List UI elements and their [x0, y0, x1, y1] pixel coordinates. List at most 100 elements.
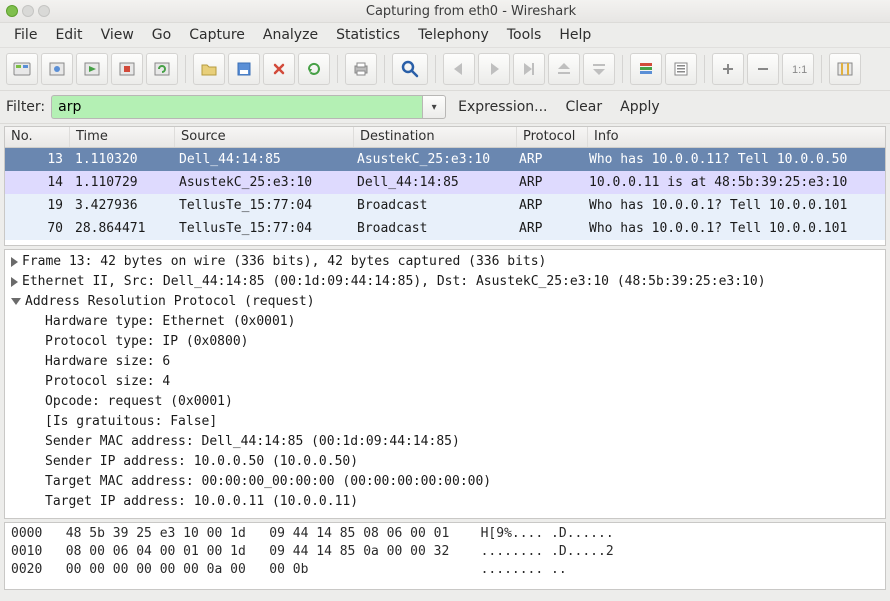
- detail-field[interactable]: Opcode: request (0x0001): [9, 392, 881, 412]
- cell-no: 70: [5, 217, 69, 240]
- menu-file[interactable]: File: [6, 25, 45, 45]
- resize-columns-icon[interactable]: [829, 53, 861, 85]
- menu-telephony[interactable]: Telephony: [410, 25, 497, 45]
- open-icon[interactable]: [193, 53, 225, 85]
- detail-field[interactable]: Hardware type: Ethernet (0x0001): [9, 312, 881, 332]
- bytes-dump[interactable]: 0000 48 5b 39 25 e3 10 00 1d 09 44 14 85…: [5, 523, 885, 581]
- detail-field[interactable]: Sender MAC address: Dell_44:14:85 (00:1d…: [9, 432, 881, 452]
- packet-row[interactable]: 141.110729AsustekC_25:e3:10Dell_44:14:85…: [5, 171, 885, 194]
- reload-icon[interactable]: [298, 53, 330, 85]
- menu-view[interactable]: View: [93, 25, 142, 45]
- cell-no: 19: [5, 194, 69, 217]
- stop-capture-icon[interactable]: [111, 53, 143, 85]
- detail-field[interactable]: [Is gratuitous: False]: [9, 412, 881, 432]
- cell-proto: ARP: [513, 194, 583, 217]
- detail-frame-text: Frame 13: 42 bytes on wire (336 bits), 4…: [22, 254, 546, 269]
- packet-row[interactable]: 7028.864471TellusTe_15:77:04BroadcastARP…: [5, 217, 885, 240]
- find-icon[interactable]: [392, 53, 428, 85]
- detail-ethernet[interactable]: Ethernet II, Src: Dell_44:14:85 (00:1d:0…: [9, 272, 881, 292]
- packet-list-pane[interactable]: No. Time Source Destination Protocol Inf…: [4, 126, 886, 246]
- window-dot: [22, 5, 34, 17]
- filter-label: Filter:: [6, 99, 45, 115]
- window-title: Capturing from eth0 - Wireshark: [58, 4, 884, 19]
- cell-proto: ARP: [513, 171, 583, 194]
- cell-time: 1.110729: [69, 171, 173, 194]
- toolbar-separator: [185, 55, 186, 83]
- cell-src: Dell_44:14:85: [173, 148, 351, 171]
- expand-icon[interactable]: [11, 257, 18, 267]
- menu-tools[interactable]: Tools: [499, 25, 550, 45]
- packet-row[interactable]: 131.110320Dell_44:14:85AsustekC_25:e3:10…: [5, 148, 885, 171]
- col-proto[interactable]: Protocol: [517, 127, 588, 147]
- packet-list-header[interactable]: No. Time Source Destination Protocol Inf…: [5, 127, 885, 148]
- window-controls: [6, 5, 50, 17]
- detail-frame[interactable]: Frame 13: 42 bytes on wire (336 bits), 4…: [9, 252, 881, 272]
- go-back-icon[interactable]: [443, 53, 475, 85]
- svg-text:1:1: 1:1: [792, 64, 807, 76]
- cell-time: 3.427936: [69, 194, 173, 217]
- expand-icon[interactable]: [11, 277, 18, 287]
- col-src[interactable]: Source: [175, 127, 354, 147]
- filter-dropdown-icon[interactable]: ▾: [422, 95, 446, 119]
- app-icon: [6, 5, 18, 17]
- toolbar-separator: [821, 55, 822, 83]
- cell-dst: Dell_44:14:85: [351, 171, 513, 194]
- cell-info: Who has 10.0.0.11? Tell 10.0.0.50: [583, 148, 885, 171]
- detail-ethernet-text: Ethernet II, Src: Dell_44:14:85 (00:1d:0…: [22, 274, 766, 289]
- cell-info: 10.0.0.11 is at 48:5b:39:25:e3:10: [583, 171, 885, 194]
- detail-arp[interactable]: Address Resolution Protocol (request): [9, 292, 881, 312]
- print-icon[interactable]: [345, 53, 377, 85]
- start-capture-icon[interactable]: [76, 53, 108, 85]
- menu-help[interactable]: Help: [551, 25, 599, 45]
- zoom-reset-icon[interactable]: 1:1: [782, 53, 814, 85]
- cell-proto: ARP: [513, 217, 583, 240]
- packet-details-pane[interactable]: Frame 13: 42 bytes on wire (336 bits), 4…: [4, 249, 886, 519]
- collapse-icon[interactable]: [11, 298, 21, 305]
- menu-statistics[interactable]: Statistics: [328, 25, 408, 45]
- cell-dst: AsustekC_25:e3:10: [351, 148, 513, 171]
- col-info[interactable]: Info: [588, 127, 885, 147]
- go-forward-icon[interactable]: [478, 53, 510, 85]
- detail-field[interactable]: Hardware size: 6: [9, 352, 881, 372]
- packet-row[interactable]: 193.427936TellusTe_15:77:04BroadcastARPW…: [5, 194, 885, 217]
- detail-field[interactable]: Sender IP address: 10.0.0.50 (10.0.0.50): [9, 452, 881, 472]
- go-to-icon[interactable]: [513, 53, 545, 85]
- menu-go[interactable]: Go: [144, 25, 179, 45]
- packet-bytes-pane[interactable]: 0000 48 5b 39 25 e3 10 00 1d 09 44 14 85…: [4, 522, 886, 590]
- cell-no: 13: [5, 148, 69, 171]
- cell-no: 14: [5, 171, 69, 194]
- col-no[interactable]: No.: [5, 127, 70, 147]
- detail-field[interactable]: Target IP address: 10.0.0.11 (10.0.0.11): [9, 492, 881, 512]
- cell-dst: Broadcast: [351, 217, 513, 240]
- filter-input[interactable]: [51, 95, 422, 119]
- filter-expression-button[interactable]: Expression...: [452, 97, 553, 117]
- detail-field[interactable]: Target MAC address: 00:00:00_00:00:00 (0…: [9, 472, 881, 492]
- go-last-icon[interactable]: [583, 53, 615, 85]
- cell-proto: ARP: [513, 148, 583, 171]
- menu-edit[interactable]: Edit: [47, 25, 90, 45]
- zoom-out-icon[interactable]: [747, 53, 779, 85]
- menu-analyze[interactable]: Analyze: [255, 25, 326, 45]
- go-first-icon[interactable]: [548, 53, 580, 85]
- menu-capture[interactable]: Capture: [181, 25, 253, 45]
- colorize-icon[interactable]: [630, 53, 662, 85]
- menu-bar: File Edit View Go Capture Analyze Statis…: [0, 23, 890, 48]
- detail-field[interactable]: Protocol type: IP (0x0800): [9, 332, 881, 352]
- cell-info: Who has 10.0.0.1? Tell 10.0.0.101: [583, 217, 885, 240]
- cell-src: TellusTe_15:77:04: [173, 217, 351, 240]
- col-time[interactable]: Time: [70, 127, 175, 147]
- zoom-in-icon[interactable]: [712, 53, 744, 85]
- window-dot: [38, 5, 50, 17]
- interfaces-icon[interactable]: [6, 53, 38, 85]
- filter-toolbar: Filter: ▾ Expression... Clear Apply: [0, 91, 890, 124]
- filter-clear-button[interactable]: Clear: [560, 97, 609, 117]
- restart-capture-icon[interactable]: [146, 53, 178, 85]
- close-icon[interactable]: [263, 53, 295, 85]
- col-dst[interactable]: Destination: [354, 127, 517, 147]
- detail-field[interactable]: Protocol size: 4: [9, 372, 881, 392]
- capture-options-icon[interactable]: [41, 53, 73, 85]
- save-icon[interactable]: [228, 53, 260, 85]
- auto-scroll-icon[interactable]: [665, 53, 697, 85]
- filter-apply-button[interactable]: Apply: [614, 97, 666, 117]
- window-titlebar: Capturing from eth0 - Wireshark: [0, 0, 890, 23]
